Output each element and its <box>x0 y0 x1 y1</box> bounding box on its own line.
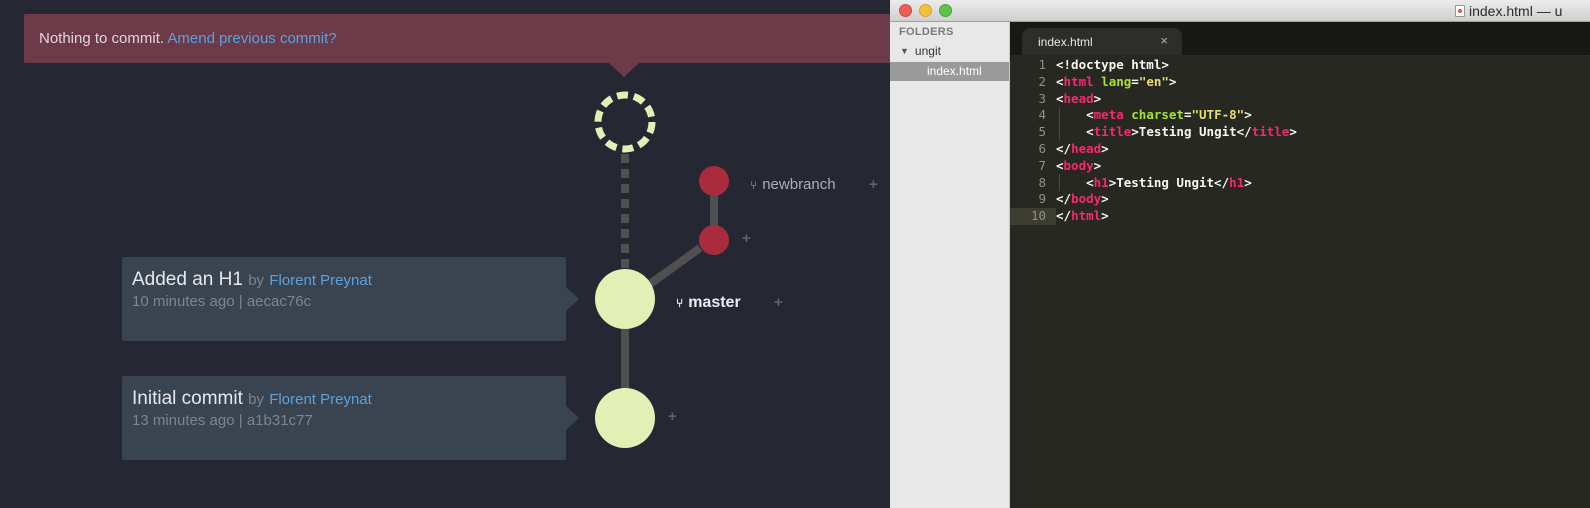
code-line[interactable]: </head> <box>1056 141 1297 158</box>
commit-meta: 10 minutes ago | aecac76c <box>132 293 311 310</box>
branch-newbranch[interactable]: ⑂ newbranch <box>750 176 836 193</box>
branch-link-line <box>647 244 703 288</box>
commit-separator: | <box>238 412 243 429</box>
code-line[interactable]: </html> <box>1056 208 1297 225</box>
line-numbers: 1 2 3 4 5 6 7 8 9 10 <box>1010 57 1046 225</box>
commit-time: 10 minutes ago <box>132 293 235 310</box>
html-file-icon <box>1455 5 1465 17</box>
line-number: 3 <box>1038 90 1046 106</box>
tab-index-html[interactable]: index.html × <box>1022 28 1182 55</box>
maximize-window-button[interactable] <box>939 4 952 17</box>
newbranch-head-node[interactable] <box>699 166 729 196</box>
commit-title-text: Initial commit <box>132 388 243 409</box>
line-number: 1 <box>1038 57 1046 72</box>
commit-by: by <box>248 272 265 289</box>
commit-hash: aecac76c <box>246 293 312 310</box>
line-number: 5 <box>1038 124 1046 140</box>
tab-bar: index.html × <box>1010 22 1590 55</box>
line-number: 2 <box>1038 73 1046 89</box>
commit-meta: 13 minutes ago | a1b31c77 <box>132 412 313 429</box>
title-bar[interactable]: index.html — u <box>890 0 1590 22</box>
commit-title-text: Added an H1 <box>132 269 243 290</box>
commit-author-link[interactable]: Florent Preynat <box>269 272 372 289</box>
branch-name: newbranch <box>762 176 836 193</box>
code-line[interactable]: <h1>Testing Ungit</h1> <box>1056 175 1297 192</box>
window-title: index.html — u <box>1455 3 1562 19</box>
branch-master[interactable]: ⑂ master <box>676 294 741 312</box>
sidebar-folder-ungit[interactable]: ▼ ungit <box>900 44 941 58</box>
add-branch-button[interactable]: + <box>774 294 783 311</box>
newbranch-node[interactable] <box>699 225 729 255</box>
code-editor[interactable]: <!doctype html> <html lang="en"> <head> <m… <box>1056 55 1590 508</box>
tab-label: index.html <box>1038 35 1093 49</box>
sidebar: FOLDERS ▼ ungit index.html <box>890 22 1010 508</box>
branch-name: master <box>688 294 741 311</box>
branch-icon: ⑂ <box>676 296 684 310</box>
sublime-window: index.html — u FOLDERS ▼ ungit index.htm… <box>890 0 1590 508</box>
commit-by: by <box>248 391 264 408</box>
window-title-text: index.html — u <box>1469 3 1563 19</box>
ungit-panel: Nothing to commit. Amend previous commit… <box>0 0 900 508</box>
commit-title: Added an H1 by Florent Preynat <box>132 269 372 291</box>
code-line[interactable]: <title>Testing Ungit</title> <box>1056 124 1297 141</box>
disclosure-triangle-icon[interactable]: ▼ <box>900 46 909 56</box>
code-line[interactable]: <body> <box>1056 158 1297 175</box>
commit-title: Initial commit by Florent Preynat <box>132 388 372 410</box>
close-window-button[interactable] <box>899 4 912 17</box>
commit-time: 13 minutes ago <box>132 412 235 429</box>
commit-card[interactable]: Added an H1 by Florent Preynat 10 minute… <box>122 257 579 341</box>
code-text[interactable]: <!doctype html> <html lang="en"> <head> <m… <box>1056 57 1297 225</box>
code-line[interactable]: <meta charset="UTF-8"> <box>1056 107 1297 124</box>
line-number: 4 <box>1038 107 1046 123</box>
branch-icon: ⑂ <box>750 177 758 192</box>
folder-label: ungit <box>914 44 941 58</box>
close-tab-icon[interactable]: × <box>1160 33 1168 48</box>
line-number: 10 <box>1030 208 1046 224</box>
code-line[interactable]: </body> <box>1056 191 1297 208</box>
folders-header: FOLDERS <box>899 26 954 38</box>
master-commit-node[interactable] <box>595 269 655 329</box>
commit-separator: | <box>238 293 243 310</box>
code-line[interactable]: <head> <box>1056 91 1297 108</box>
commit-card[interactable]: Initial commit by Florent Preynat 13 min… <box>122 376 579 460</box>
add-branch-button[interactable]: + <box>668 408 677 425</box>
line-number: 8 <box>1038 174 1046 190</box>
line-number: 7 <box>1038 157 1046 173</box>
minimize-window-button[interactable] <box>919 4 932 17</box>
commit-author-link[interactable]: Florent Preynat <box>269 391 372 408</box>
add-branch-button[interactable]: + <box>869 176 878 193</box>
line-number: 6 <box>1038 140 1046 156</box>
commit-hash: a1b31c77 <box>246 412 313 429</box>
add-branch-button[interactable]: + <box>742 230 751 247</box>
sidebar-file-index[interactable]: index.html <box>890 62 1009 81</box>
pending-commit-node[interactable] <box>594 91 656 153</box>
code-line[interactable]: <html lang="en"> <box>1056 74 1297 91</box>
initial-commit-node[interactable] <box>595 388 655 448</box>
code-line[interactable]: <!doctype html> <box>1056 57 1297 74</box>
line-number: 9 <box>1038 191 1046 207</box>
